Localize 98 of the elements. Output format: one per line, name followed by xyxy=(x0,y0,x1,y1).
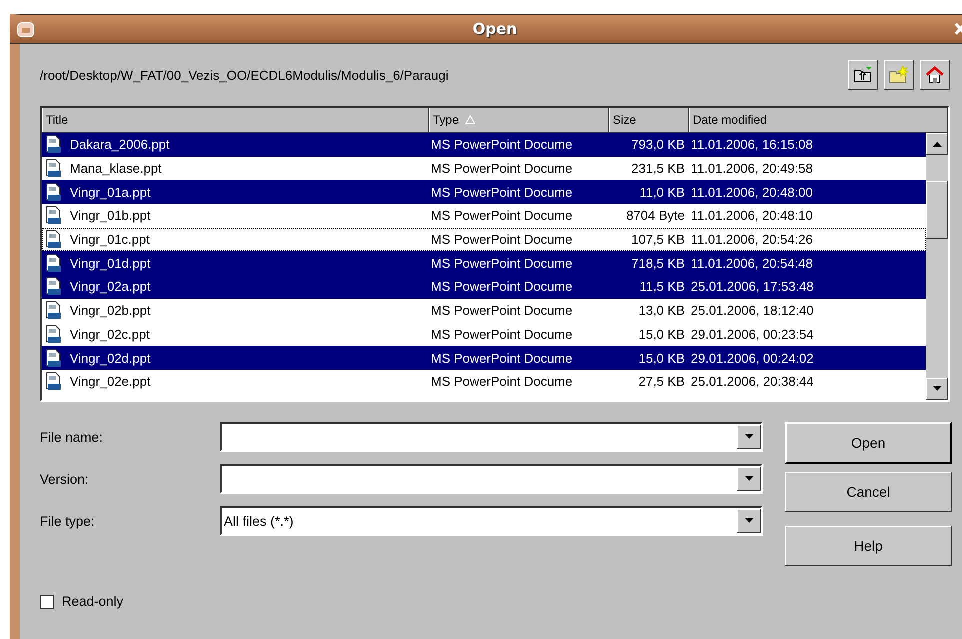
file-name: Mana_klase.ppt xyxy=(70,161,162,176)
file-size: 8704 Byte xyxy=(625,208,686,224)
file-date: 25.01.2006, 20:38:44 xyxy=(690,374,815,390)
document-icon xyxy=(46,159,62,178)
file-size: 15,0 KB xyxy=(638,326,686,342)
document-icon xyxy=(46,135,62,154)
file-date: 11.01.2006, 20:48:10 xyxy=(690,208,814,224)
scrollbar[interactable] xyxy=(926,133,948,400)
caret-icon xyxy=(744,476,754,482)
dialog-button[interactable]: Help xyxy=(785,526,952,566)
file-name: Dakara_2006.ppt xyxy=(70,137,170,152)
caret-icon xyxy=(744,518,754,524)
file-date: 11.01.2006, 20:54:48 xyxy=(690,256,814,271)
field-label: File name: xyxy=(40,430,104,444)
file-size: 11,5 KB xyxy=(638,279,686,294)
dropdown-button[interactable] xyxy=(737,425,761,449)
file-size: 13,0 KB xyxy=(638,303,686,318)
file-type: MS PowerPoint Docume xyxy=(430,279,574,294)
file-size: 15,0 KB xyxy=(638,350,686,366)
document-icon xyxy=(46,206,62,226)
column-header[interactable]: Date modified xyxy=(689,108,948,132)
file-size: 107,5 KB xyxy=(630,232,686,248)
field-label: Version: xyxy=(40,472,90,486)
file-date: 25.01.2006, 17:53:48 xyxy=(690,279,815,294)
file-row[interactable]: Dakara_2006.ppt MS PowerPoint Docume 793,0 KB 11.01.2006, 16:15:08 xyxy=(42,133,926,157)
file-date: 11.01.2006, 20:48:00 xyxy=(690,184,814,200)
file-name: Vingr_01c.ppt xyxy=(70,232,150,248)
file-name: Vingr_02e.ppt xyxy=(70,374,151,390)
file-type: MS PowerPoint Docume xyxy=(430,184,574,200)
file-type: MS PowerPoint Docume xyxy=(430,137,574,152)
file-date: 29.01.2006, 00:24:02 xyxy=(690,350,815,366)
caret-up-icon xyxy=(932,141,942,147)
file-size: 793,0 KB xyxy=(630,137,686,152)
file-row[interactable]: Vingr_02a.ppt MS PowerPoint Docume 11,5 KB 25.01.2006, 17:53:48 xyxy=(42,275,926,299)
file-type: MS PowerPoint Docume xyxy=(430,303,574,318)
file-row[interactable]: Vingr_02d.ppt MS PowerPoint Docume 15,0 KB 29.01.2006, 00:24:02 xyxy=(42,346,926,370)
home-button[interactable] xyxy=(920,60,950,90)
column-header[interactable]: Type xyxy=(429,108,609,132)
combo-field[interactable] xyxy=(220,422,763,452)
file-row[interactable]: Vingr_01a.ppt MS PowerPoint Docume 11,0 KB 11.01.2006, 20:48:00 xyxy=(42,180,926,204)
scroll-up-button[interactable] xyxy=(926,133,948,155)
column-header[interactable]: Size xyxy=(609,108,689,132)
checkbox-label[interactable]: Read-only xyxy=(62,594,124,609)
file-name: Vingr_02d.ppt xyxy=(70,350,151,366)
file-name: Vingr_01d.ppt xyxy=(70,256,151,271)
file-date: 29.01.2006, 00:23:54 xyxy=(690,326,815,342)
new-folder-icon xyxy=(889,66,909,84)
file-type: MS PowerPoint Docume xyxy=(430,256,574,271)
scroll-thumb[interactable] xyxy=(926,181,948,239)
document-icon xyxy=(46,254,62,273)
file-row[interactable]: Vingr_01c.ppt MS PowerPoint Docume 107,5 KB 11.01.2006, 20:54:26 xyxy=(42,228,926,252)
document-icon xyxy=(46,230,62,250)
file-name: Vingr_02c.ppt xyxy=(70,326,150,342)
file-name: Vingr_01a.ppt xyxy=(70,184,151,200)
file-date: 11.01.2006, 20:54:26 xyxy=(690,232,814,248)
file-type: MS PowerPoint Docume xyxy=(430,350,574,366)
file-size: 231,5 KB xyxy=(630,161,686,176)
column-header[interactable]: Title xyxy=(42,108,429,132)
dropdown-button[interactable] xyxy=(737,467,761,491)
file-type: MS PowerPoint Docume xyxy=(430,161,574,176)
document-icon xyxy=(46,182,62,202)
combo-field[interactable]: All files (*.*) xyxy=(220,506,763,536)
caret-icon xyxy=(744,434,754,440)
file-type: MS PowerPoint Docume xyxy=(430,208,574,224)
file-size: 27,5 KB xyxy=(638,374,686,390)
dialog-button[interactable]: Open xyxy=(785,422,952,464)
file-name: Vingr_02a.ppt xyxy=(70,279,151,294)
combo-field[interactable] xyxy=(220,464,763,494)
scroll-down-button[interactable] xyxy=(926,378,948,400)
folder-path: /root/Desktop/W_FAT/00_Vezis_OO/ECDL6Modulis/Modulis_6/Paraugi xyxy=(40,68,450,82)
checkbox[interactable] xyxy=(40,594,54,608)
dialog-button[interactable]: Cancel xyxy=(785,472,952,512)
file-name: Vingr_02b.ppt xyxy=(70,303,151,318)
file-date: 11.01.2006, 16:15:08 xyxy=(690,137,814,152)
file-size: 718,5 KB xyxy=(630,256,686,271)
new-folder-button[interactable] xyxy=(884,60,914,90)
sort-ascending-icon xyxy=(465,115,476,125)
document-icon xyxy=(46,324,62,344)
home-icon xyxy=(925,66,945,84)
window-title: Open xyxy=(472,20,518,38)
dropdown-button[interactable] xyxy=(737,509,761,533)
file-date: 25.01.2006, 18:12:40 xyxy=(690,303,815,318)
document-icon xyxy=(46,277,62,296)
file-type: MS PowerPoint Docume xyxy=(430,232,574,248)
file-date: 11.01.2006, 20:49:58 xyxy=(690,161,814,176)
field-label: File type: xyxy=(40,514,96,528)
document-icon xyxy=(46,372,62,392)
file-type: MS PowerPoint Docume xyxy=(430,374,574,390)
document-icon xyxy=(46,301,62,320)
folder-up-icon xyxy=(854,67,872,83)
file-name: Vingr_01b.ppt xyxy=(70,208,151,224)
document-icon xyxy=(46,348,62,368)
file-row[interactable]: Vingr_01d.ppt MS PowerPoint Docume 718,5 KB 11.01.2006, 20:54:48 xyxy=(42,251,926,276)
up-button[interactable] xyxy=(848,60,878,90)
file-row[interactable]: Mana_klase.ppt MS PowerPoint Docume 231,5 KB 11.01.2006, 20:49:58 xyxy=(42,156,926,180)
file-size: 11,0 KB xyxy=(638,184,686,200)
caret-icon xyxy=(932,386,942,392)
file-type: MS PowerPoint Docume xyxy=(430,326,574,342)
